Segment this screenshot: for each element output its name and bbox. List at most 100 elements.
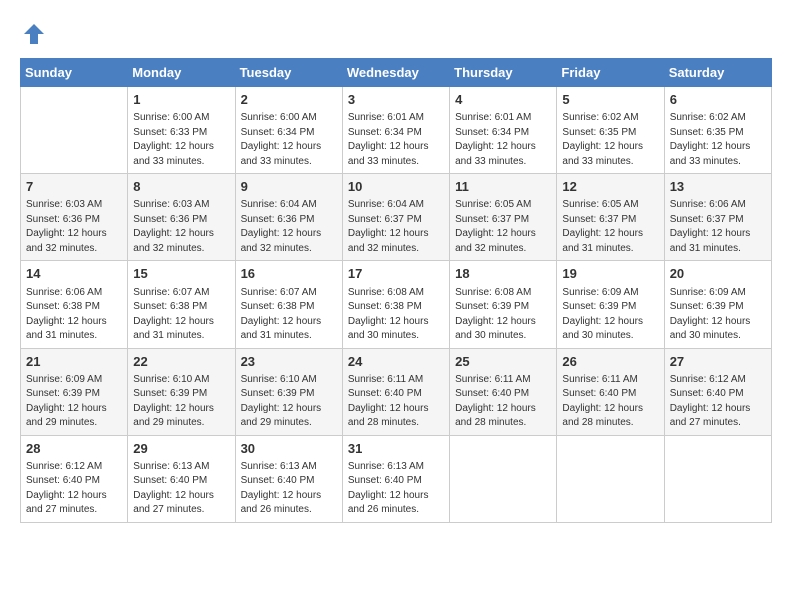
day-info: Sunrise: 6:07 AMSunset: 6:38 PMDaylight:… xyxy=(241,286,337,344)
day-number: 14 xyxy=(26,265,122,283)
calendar-cell: 4 Sunrise: 6:01 AMSunset: 6:34 PMDaylight… xyxy=(450,87,557,174)
day-info: Sunrise: 6:01 AMSunset: 6:34 PMDaylight:… xyxy=(455,111,551,169)
day-number: 22 xyxy=(133,353,229,371)
day-info: Sunrise: 6:10 AMSunset: 6:39 PMDaylight:… xyxy=(241,373,337,431)
day-number: 1 xyxy=(133,91,229,109)
day-info: Sunrise: 6:09 AMSunset: 6:39 PMDaylight:… xyxy=(26,373,122,431)
day-info: Sunrise: 6:02 AMSunset: 6:35 PMDaylight:… xyxy=(670,111,766,169)
day-info: Sunrise: 6:11 AMSunset: 6:40 PMDaylight:… xyxy=(562,373,658,431)
col-header-monday: Monday xyxy=(128,59,235,87)
day-number: 12 xyxy=(562,178,658,196)
day-info: Sunrise: 6:00 AMSunset: 6:34 PMDaylight:… xyxy=(241,111,337,169)
day-info: Sunrise: 6:04 AMSunset: 6:37 PMDaylight:… xyxy=(348,198,444,256)
day-number: 4 xyxy=(455,91,551,109)
calendar-cell: 13 Sunrise: 6:06 AMSunset: 6:37 PMDayligh… xyxy=(664,174,771,261)
calendar-cell: 20 Sunrise: 6:09 AMSunset: 6:39 PMDayligh… xyxy=(664,261,771,348)
col-header-sunday: Sunday xyxy=(21,59,128,87)
calendar-cell: 28 Sunrise: 6:12 AMSunset: 6:40 PMDayligh… xyxy=(21,435,128,522)
calendar-cell xyxy=(664,435,771,522)
calendar-cell: 30 Sunrise: 6:13 AMSunset: 6:40 PMDayligh… xyxy=(235,435,342,522)
calendar-cell: 16 Sunrise: 6:07 AMSunset: 6:38 PMDayligh… xyxy=(235,261,342,348)
day-number: 2 xyxy=(241,91,337,109)
day-info: Sunrise: 6:13 AMSunset: 6:40 PMDaylight:… xyxy=(133,460,229,518)
day-number: 21 xyxy=(26,353,122,371)
day-info: Sunrise: 6:06 AMSunset: 6:37 PMDaylight:… xyxy=(670,198,766,256)
calendar-cell: 10 Sunrise: 6:04 AMSunset: 6:37 PMDayligh… xyxy=(342,174,449,261)
calendar-cell: 14 Sunrise: 6:06 AMSunset: 6:38 PMDayligh… xyxy=(21,261,128,348)
day-number: 13 xyxy=(670,178,766,196)
day-info: Sunrise: 6:01 AMSunset: 6:34 PMDaylight:… xyxy=(348,111,444,169)
day-number: 10 xyxy=(348,178,444,196)
calendar-cell: 18 Sunrise: 6:08 AMSunset: 6:39 PMDayligh… xyxy=(450,261,557,348)
day-number: 11 xyxy=(455,178,551,196)
page-header xyxy=(20,20,772,48)
logo-icon xyxy=(20,20,48,48)
day-number: 6 xyxy=(670,91,766,109)
day-info: Sunrise: 6:09 AMSunset: 6:39 PMDaylight:… xyxy=(670,286,766,344)
day-number: 30 xyxy=(241,440,337,458)
calendar-cell: 11Sunrise: 6:05 AMSunset: 6:37 PMDayligh… xyxy=(450,174,557,261)
calendar-cell: 29 Sunrise: 6:13 AMSunset: 6:40 PMDayligh… xyxy=(128,435,235,522)
day-number: 27 xyxy=(670,353,766,371)
day-number: 8 xyxy=(133,178,229,196)
day-number: 16 xyxy=(241,265,337,283)
day-number: 3 xyxy=(348,91,444,109)
day-info: Sunrise: 6:10 AMSunset: 6:39 PMDaylight:… xyxy=(133,373,229,431)
day-number: 25 xyxy=(455,353,551,371)
calendar-cell: 1 Sunrise: 6:00 AMSunset: 6:33 PMDaylight… xyxy=(128,87,235,174)
day-number: 23 xyxy=(241,353,337,371)
day-number: 9 xyxy=(241,178,337,196)
calendar-cell: 17 Sunrise: 6:08 AMSunset: 6:38 PMDayligh… xyxy=(342,261,449,348)
day-number: 7 xyxy=(26,178,122,196)
calendar-cell: 22 Sunrise: 6:10 AMSunset: 6:39 PMDayligh… xyxy=(128,348,235,435)
calendar-cell: 19 Sunrise: 6:09 AMSunset: 6:39 PMDayligh… xyxy=(557,261,664,348)
calendar-cell: 26 Sunrise: 6:11 AMSunset: 6:40 PMDayligh… xyxy=(557,348,664,435)
calendar-cell: 9 Sunrise: 6:04 AMSunset: 6:36 PMDaylight… xyxy=(235,174,342,261)
calendar-cell: 8Sunrise: 6:03 AMSunset: 6:36 PMDaylight… xyxy=(128,174,235,261)
day-info: Sunrise: 6:04 AMSunset: 6:36 PMDaylight:… xyxy=(241,198,337,256)
calendar-cell: 12 Sunrise: 6:05 AMSunset: 6:37 PMDayligh… xyxy=(557,174,664,261)
calendar-cell: 15 Sunrise: 6:07 AMSunset: 6:38 PMDayligh… xyxy=(128,261,235,348)
day-number: 18 xyxy=(455,265,551,283)
day-number: 19 xyxy=(562,265,658,283)
calendar-cell: 23 Sunrise: 6:10 AMSunset: 6:39 PMDayligh… xyxy=(235,348,342,435)
day-info: Sunrise: 6:08 AMSunset: 6:38 PMDaylight:… xyxy=(348,286,444,344)
day-info: Sunrise: 6:02 AMSunset: 6:35 PMDaylight:… xyxy=(562,111,658,169)
day-info: Sunrise: 6:13 AMSunset: 6:40 PMDaylight:… xyxy=(348,460,444,518)
day-info: Sunrise: 6:11 AMSunset: 6:40 PMDaylight:… xyxy=(348,373,444,431)
logo xyxy=(20,20,52,48)
calendar-cell: 5 Sunrise: 6:02 AMSunset: 6:35 PMDaylight… xyxy=(557,87,664,174)
day-number: 26 xyxy=(562,353,658,371)
calendar-cell xyxy=(450,435,557,522)
col-header-tuesday: Tuesday xyxy=(235,59,342,87)
day-number: 24 xyxy=(348,353,444,371)
col-header-thursday: Thursday xyxy=(450,59,557,87)
calendar-cell: 2 Sunrise: 6:00 AMSunset: 6:34 PMDaylight… xyxy=(235,87,342,174)
day-number: 5 xyxy=(562,91,658,109)
calendar-cell: 25 Sunrise: 6:11 AMSunset: 6:40 PMDayligh… xyxy=(450,348,557,435)
day-number: 15 xyxy=(133,265,229,283)
calendar-cell: 6 Sunrise: 6:02 AMSunset: 6:35 PMDaylight… xyxy=(664,87,771,174)
calendar-cell: 27Sunrise: 6:12 AMSunset: 6:40 PMDayligh… xyxy=(664,348,771,435)
day-number: 17 xyxy=(348,265,444,283)
calendar-cell: 7 Sunrise: 6:03 AMSunset: 6:36 PMDaylight… xyxy=(21,174,128,261)
calendar-cell xyxy=(557,435,664,522)
day-info: Sunrise: 6:13 AMSunset: 6:40 PMDaylight:… xyxy=(241,460,337,518)
day-info: Sunrise: 6:09 AMSunset: 6:39 PMDaylight:… xyxy=(562,286,658,344)
day-info: Sunrise: 6:11 AMSunset: 6:40 PMDaylight:… xyxy=(455,373,551,431)
day-info: Sunrise: 6:12 AMSunset: 6:40 PMDaylight:… xyxy=(26,460,122,518)
day-info: Sunrise: 6:08 AMSunset: 6:39 PMDaylight:… xyxy=(455,286,551,344)
day-number: 20 xyxy=(670,265,766,283)
calendar-cell xyxy=(21,87,128,174)
day-info: Sunrise: 6:06 AMSunset: 6:38 PMDaylight:… xyxy=(26,286,122,344)
day-info: Sunrise: 6:07 AMSunset: 6:38 PMDaylight:… xyxy=(133,286,229,344)
day-number: 28 xyxy=(26,440,122,458)
day-number: 31 xyxy=(348,440,444,458)
calendar-cell: 21 Sunrise: 6:09 AMSunset: 6:39 PMDayligh… xyxy=(21,348,128,435)
day-info: Sunrise: 6:03 AMSunset: 6:36 PMDaylight:… xyxy=(26,198,122,256)
col-header-friday: Friday xyxy=(557,59,664,87)
day-info: Sunrise: 6:00 AMSunset: 6:33 PMDaylight:… xyxy=(133,111,229,169)
col-header-saturday: Saturday xyxy=(664,59,771,87)
day-number: 29 xyxy=(133,440,229,458)
day-info: Sunrise: 6:05 AMSunset: 6:37 PMDaylight:… xyxy=(562,198,658,256)
